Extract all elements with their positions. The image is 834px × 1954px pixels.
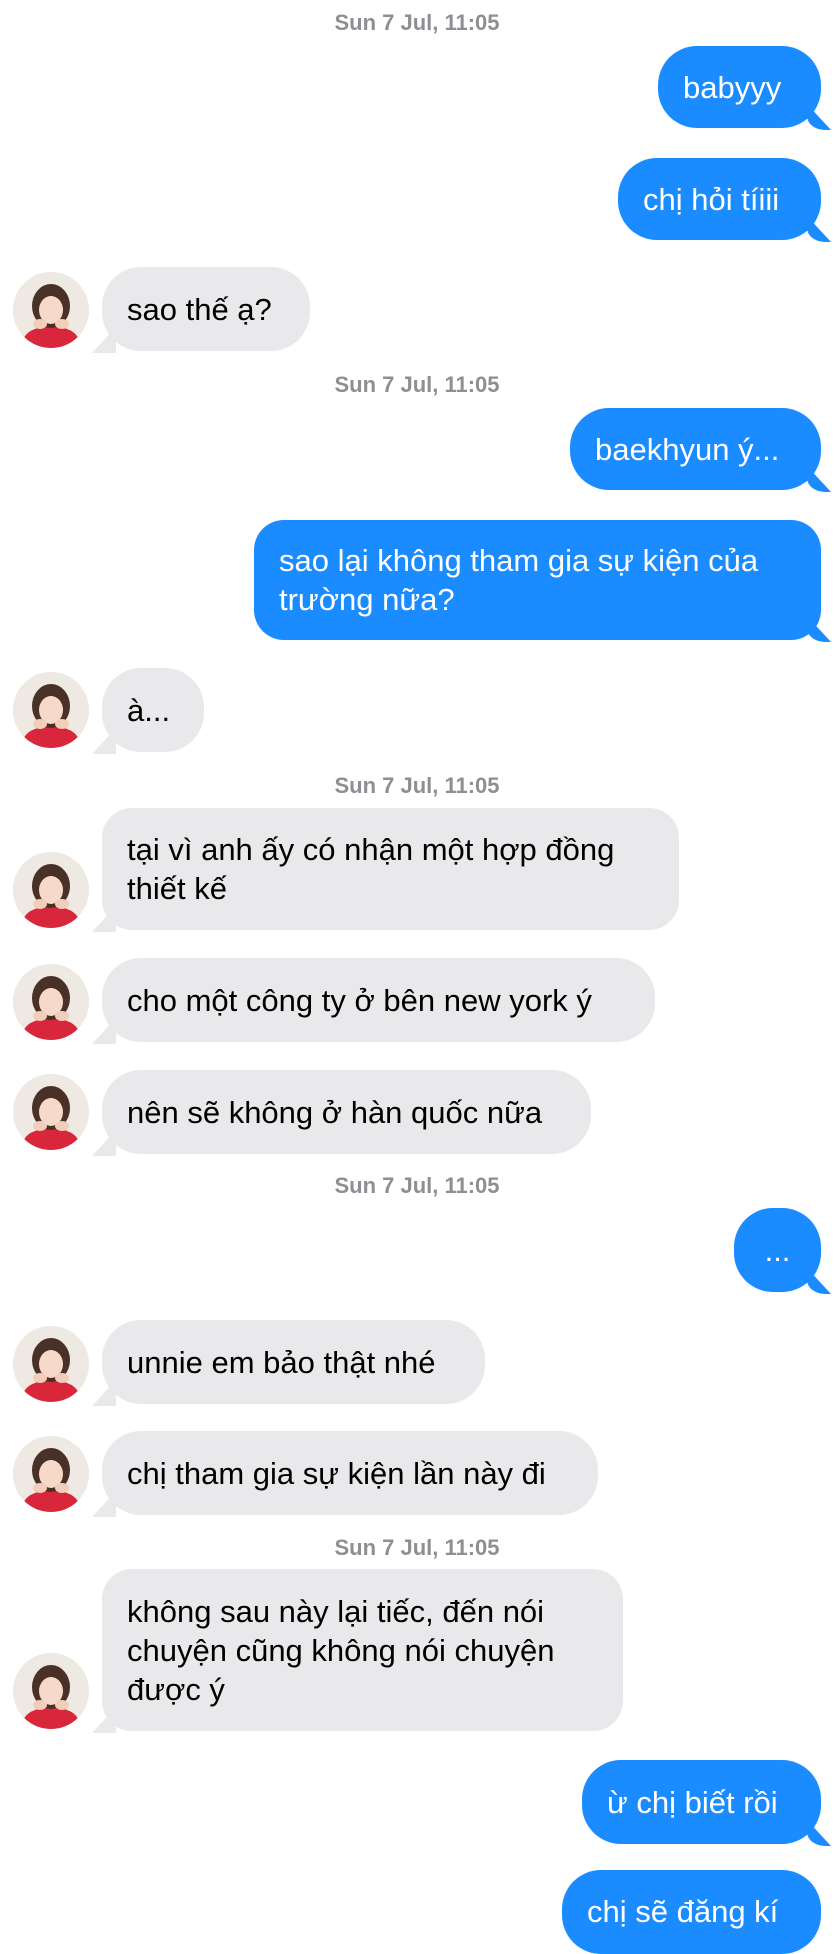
incoming-message-bubble[interactable]: sao thế ạ? bbox=[102, 267, 310, 351]
avatar-photo-icon bbox=[13, 272, 89, 348]
message-text: nên sẽ không ở hàn quốc nữa bbox=[127, 1094, 543, 1130]
incoming-message-bubble[interactable]: chị tham gia sự kiện lần này đi bbox=[102, 1431, 598, 1515]
message-text: cho một công ty ở bên new york ý bbox=[127, 982, 592, 1018]
message-text-line: sao lại không tham gia sự kiện của bbox=[279, 543, 759, 578]
avatar-photo-icon bbox=[13, 964, 89, 1040]
incoming-message-bubble[interactable]: nên sẽ không ở hàn quốc nữa bbox=[102, 1070, 591, 1154]
message-text: chị sẽ đăng kí bbox=[587, 1894, 779, 1929]
contact-avatar[interactable] bbox=[13, 672, 89, 748]
timestamp: Sun 7 Jul, 11:05 bbox=[334, 1173, 500, 1198]
timestamp: Sun 7 Jul, 11:05 bbox=[334, 773, 500, 798]
contact-avatar[interactable] bbox=[13, 852, 89, 928]
message-text: unnie em bảo thật nhé bbox=[127, 1344, 436, 1380]
timestamp: Sun 7 Jul, 11:05 bbox=[334, 1535, 500, 1560]
contact-avatar[interactable] bbox=[13, 1074, 89, 1150]
message-text-line: thiết kế bbox=[127, 871, 227, 906]
avatar-photo-icon bbox=[13, 1074, 89, 1150]
incoming-message-bubble[interactable]: tại vì anh ấy có nhận một hợp đồng thiết… bbox=[102, 808, 679, 930]
avatar-photo-icon bbox=[13, 852, 89, 928]
message-text: à... bbox=[127, 692, 171, 728]
contact-avatar[interactable] bbox=[13, 1436, 89, 1512]
outgoing-message-bubble[interactable]: chị sẽ đăng kí bbox=[562, 1870, 821, 1954]
outgoing-message-bubble[interactable]: ... bbox=[734, 1208, 821, 1292]
incoming-message-bubble[interactable]: unnie em bảo thật nhé bbox=[102, 1320, 485, 1404]
avatar-photo-icon bbox=[13, 1436, 89, 1512]
incoming-message-bubble[interactable]: không sau này lại tiếc, đến nói chuyện c… bbox=[102, 1569, 623, 1731]
contact-avatar[interactable] bbox=[13, 272, 89, 348]
message-text-line: tại vì anh ấy có nhận một hợp đồng bbox=[127, 832, 615, 867]
message-text-line: trường nữa? bbox=[279, 582, 455, 617]
outgoing-message-bubble[interactable]: ừ chị biết rồi bbox=[582, 1760, 821, 1844]
incoming-message-bubble[interactable]: à... bbox=[102, 668, 204, 752]
avatar-photo-icon bbox=[13, 1326, 89, 1402]
message-text: ... bbox=[764, 1232, 791, 1268]
timestamp: Sun 7 Jul, 11:05 bbox=[334, 372, 500, 397]
message-text: baekhyun ý... bbox=[595, 431, 780, 467]
message-text-line: chuyện cũng không nói chuyện bbox=[127, 1632, 555, 1668]
contact-avatar[interactable] bbox=[13, 1653, 89, 1729]
message-text: babyyy bbox=[683, 69, 782, 105]
message-text: chị hỏi tíiii bbox=[643, 181, 780, 217]
message-text: chị tham gia sự kiện lần này đi bbox=[127, 1455, 546, 1491]
contact-avatar[interactable] bbox=[13, 1326, 89, 1402]
contact-avatar[interactable] bbox=[13, 964, 89, 1040]
timestamp: Sun 7 Jul, 11:05 bbox=[334, 10, 500, 35]
message-text: ừ chị biết rồi bbox=[607, 1784, 778, 1820]
outgoing-message-bubble[interactable]: babyyy bbox=[658, 46, 821, 128]
incoming-message-bubble[interactable]: cho một công ty ở bên new york ý bbox=[102, 958, 655, 1042]
outgoing-message-bubble[interactable]: sao lại không tham gia sự kiện của trườn… bbox=[254, 520, 821, 640]
message-text-line: được ý bbox=[127, 1671, 225, 1707]
avatar-photo-icon bbox=[13, 1653, 89, 1729]
message-text: sao thế ạ? bbox=[127, 291, 272, 327]
outgoing-message-bubble[interactable]: baekhyun ý... bbox=[570, 408, 821, 490]
message-text-line: không sau này lại tiếc, đến nói bbox=[127, 1593, 545, 1629]
outgoing-message-bubble[interactable]: chị hỏi tíiii bbox=[618, 158, 821, 240]
avatar-photo-icon bbox=[13, 672, 89, 748]
